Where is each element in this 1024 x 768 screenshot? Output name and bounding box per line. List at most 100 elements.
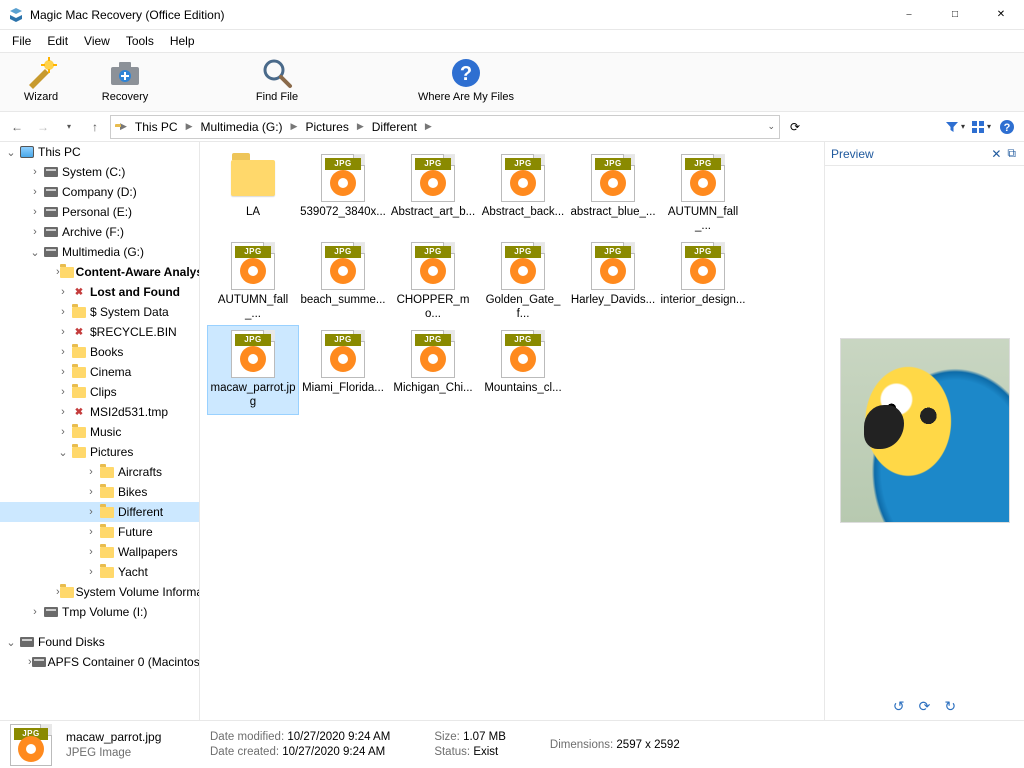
- file-item[interactable]: JPG539072_3840x...: [298, 150, 388, 238]
- find-file-label: Find File: [256, 91, 298, 103]
- maximize-button[interactable]: □: [932, 0, 978, 30]
- menu-help[interactable]: Help: [162, 32, 203, 50]
- file-item[interactable]: JPGinterior_design...: [658, 238, 748, 326]
- expand-icon[interactable]: ›: [84, 546, 98, 558]
- address-dropdown-icon[interactable]: ⌄: [767, 121, 775, 132]
- expand-icon[interactable]: ›: [56, 366, 70, 378]
- menu-file[interactable]: File: [4, 32, 39, 50]
- tree-apfs[interactable]: ›APFS Container 0 (Macintosh HD): [0, 652, 199, 672]
- tree-folder[interactable]: ›✖Lost and Found: [0, 282, 199, 302]
- recovery-button[interactable]: Recovery: [92, 55, 158, 103]
- expand-icon[interactable]: ›: [56, 386, 70, 398]
- refresh-icon[interactable]: ⟳: [919, 698, 931, 715]
- help-button[interactable]: ?: [996, 116, 1018, 138]
- tree-folder[interactable]: ›Clips: [0, 382, 199, 402]
- crumb-thispc[interactable]: This PC: [132, 118, 181, 136]
- tree-folder[interactable]: ›$ System Data: [0, 302, 199, 322]
- expand-icon[interactable]: ›: [28, 226, 42, 238]
- tree-drive[interactable]: ›Archive (F:): [0, 222, 199, 242]
- tree-folder[interactable]: ›✖MSI2d531.tmp: [0, 402, 199, 422]
- minimize-button[interactable]: –: [886, 0, 932, 30]
- file-item[interactable]: JPGbeach_summe...: [298, 238, 388, 326]
- filter-button[interactable]: [944, 116, 966, 138]
- expand-icon[interactable]: ›: [84, 566, 98, 578]
- wizard-button[interactable]: Wizard: [8, 55, 74, 103]
- collapse-icon[interactable]: ⌄: [4, 146, 18, 159]
- file-item[interactable]: JPGMountains_cl...: [478, 326, 568, 414]
- file-name-label: Abstract_art_b...: [389, 205, 477, 219]
- tree-drive[interactable]: ›System (C:): [0, 162, 199, 182]
- tree-thispc[interactable]: ⌄ This PC: [0, 142, 199, 162]
- tree-folder[interactable]: ›Future: [0, 522, 199, 542]
- expand-icon[interactable]: ›: [56, 346, 70, 358]
- expand-icon[interactable]: ›: [28, 166, 42, 178]
- preview-popout-icon[interactable]: ⧉: [1005, 146, 1018, 161]
- expand-icon[interactable]: ›: [28, 606, 42, 618]
- view-mode-button[interactable]: [970, 116, 992, 138]
- collapse-icon[interactable]: ⌄: [56, 446, 70, 459]
- folder-tree[interactable]: ⌄ This PC ›System (C:) ›Company (D:) ›Pe…: [0, 142, 199, 720]
- tree-folder[interactable]: ›System Volume Information: [0, 582, 199, 602]
- tree-drive[interactable]: ›Company (D:): [0, 182, 199, 202]
- expand-icon[interactable]: ›: [84, 466, 98, 478]
- tree-folder[interactable]: ›✖$RECYCLE.BIN: [0, 322, 199, 342]
- find-file-button[interactable]: Find File: [244, 55, 310, 103]
- close-button[interactable]: ✕: [978, 0, 1024, 30]
- expand-icon[interactable]: ›: [28, 206, 42, 218]
- file-list-panel[interactable]: LAJPG539072_3840x...JPGAbstract_art_b...…: [200, 142, 824, 720]
- forward-button[interactable]: →: [32, 116, 54, 138]
- breadcrumb[interactable]: ▶ This PC ▶ Multimedia (G:) ▶ Pictures ▶…: [110, 115, 780, 139]
- file-item[interactable]: JPGAUTUMN_fall_...: [208, 238, 298, 326]
- file-item[interactable]: JPGAbstract_back...: [478, 150, 568, 238]
- expand-icon[interactable]: ›: [84, 526, 98, 538]
- tree-folder[interactable]: ›Aircrafts: [0, 462, 199, 482]
- tree-folder[interactable]: ›Different: [0, 502, 199, 522]
- expand-icon[interactable]: ›: [56, 426, 70, 438]
- rotate-right-icon[interactable]: ↻: [944, 698, 956, 715]
- tree-found-disks[interactable]: ⌄Found Disks: [0, 632, 199, 652]
- tree-drive[interactable]: ›Tmp Volume (I:): [0, 602, 199, 622]
- file-item[interactable]: JPGGolden_Gate_f...: [478, 238, 568, 326]
- tree-folder-pictures[interactable]: ⌄Pictures: [0, 442, 199, 462]
- tree-folder[interactable]: ›Music: [0, 422, 199, 442]
- expand-icon[interactable]: ›: [56, 326, 70, 338]
- preview-close-icon[interactable]: ✕: [987, 147, 1005, 161]
- file-item[interactable]: JPGCHOPPER_mo...: [388, 238, 478, 326]
- file-item[interactable]: JPGAUTUMN_fall_...: [658, 150, 748, 238]
- tree-drive-g[interactable]: ⌄Multimedia (G:): [0, 242, 199, 262]
- menu-tools[interactable]: Tools: [118, 32, 162, 50]
- history-dropdown[interactable]: ▾: [58, 116, 80, 138]
- expand-icon[interactable]: ›: [56, 306, 70, 318]
- tree-folder[interactable]: ›Wallpapers: [0, 542, 199, 562]
- expand-icon[interactable]: ›: [84, 486, 98, 498]
- tree-folder[interactable]: ›Content-Aware Analysis: [0, 262, 199, 282]
- tree-folder[interactable]: ›Cinema: [0, 362, 199, 382]
- expand-icon[interactable]: ›: [56, 406, 70, 418]
- rotate-left-icon[interactable]: ↺: [893, 698, 905, 715]
- tree-folder[interactable]: ›Books: [0, 342, 199, 362]
- crumb-pictures[interactable]: Pictures: [302, 118, 351, 136]
- file-item[interactable]: JPGMiami_Florida...: [298, 326, 388, 414]
- back-button[interactable]: ←: [6, 116, 28, 138]
- folder-item[interactable]: LA: [208, 150, 298, 238]
- expand-icon[interactable]: ›: [84, 506, 98, 518]
- expand-icon[interactable]: ›: [28, 186, 42, 198]
- file-item[interactable]: JPGAbstract_art_b...: [388, 150, 478, 238]
- up-button[interactable]: ↑: [84, 116, 106, 138]
- where-files-button[interactable]: ? Where Are My Files: [406, 55, 526, 103]
- crumb-different[interactable]: Different: [369, 118, 420, 136]
- file-item[interactable]: JPGabstract_blue_...: [568, 150, 658, 238]
- menu-view[interactable]: View: [76, 32, 118, 50]
- refresh-button[interactable]: ⟳: [784, 116, 806, 138]
- menu-edit[interactable]: Edit: [39, 32, 76, 50]
- file-item[interactable]: JPGmacaw_parrot.jpg: [208, 326, 298, 414]
- crumb-drive[interactable]: Multimedia (G:): [198, 118, 286, 136]
- tree-folder[interactable]: ›Bikes: [0, 482, 199, 502]
- file-item[interactable]: JPGHarley_Davids...: [568, 238, 658, 326]
- collapse-icon[interactable]: ⌄: [28, 246, 42, 259]
- tree-folder[interactable]: ›Yacht: [0, 562, 199, 582]
- file-item[interactable]: JPGMichigan_Chi...: [388, 326, 478, 414]
- collapse-icon[interactable]: ⌄: [4, 636, 18, 649]
- tree-drive[interactable]: ›Personal (E:): [0, 202, 199, 222]
- expand-icon[interactable]: ›: [56, 286, 70, 298]
